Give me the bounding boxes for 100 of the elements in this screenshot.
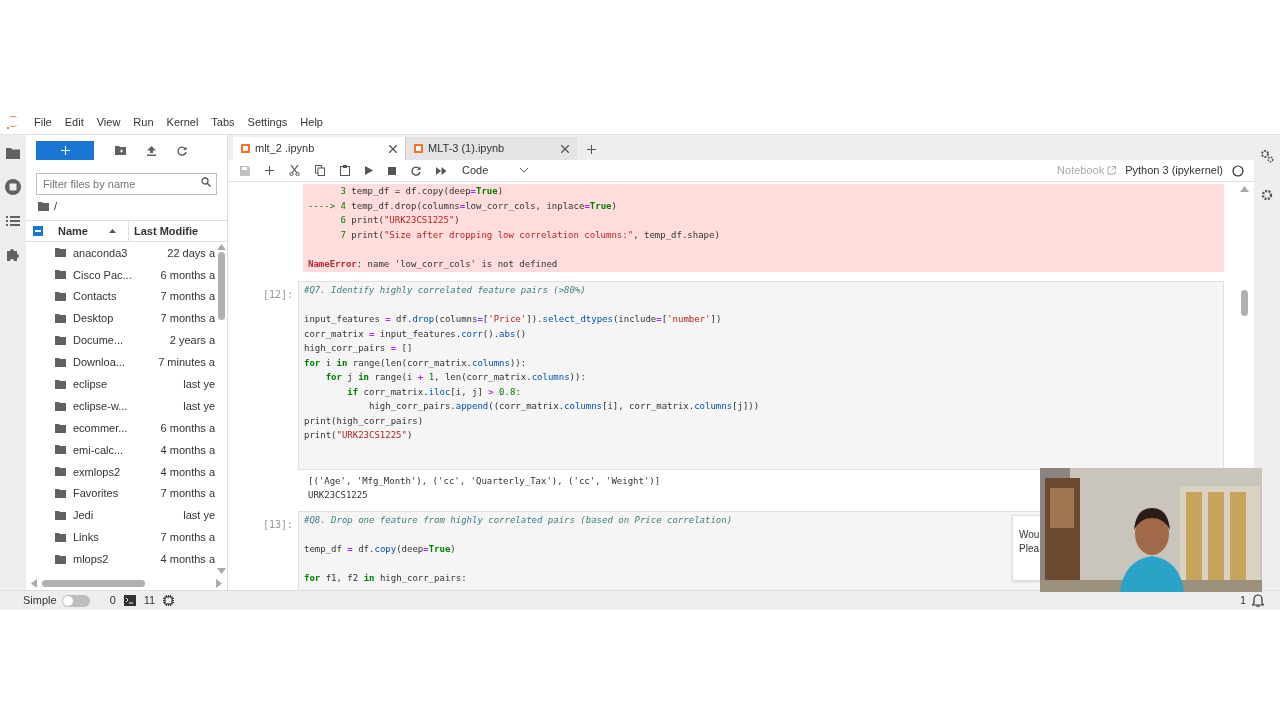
folder-icon (55, 336, 66, 345)
output-line: [('Age', 'Mfg_Month'), ('cc', 'Quarterly_Tax'), ('cc', 'Weight')] (308, 474, 662, 488)
folder-icon (55, 489, 66, 499)
menu-item[interactable]: File (34, 113, 52, 131)
folder-icon (55, 445, 66, 455)
settings-icon[interactable] (1260, 149, 1274, 163)
plus-icon (60, 146, 70, 155)
code-line: high_corr_pairs.append((corr_matrix.columns[i], corr_matrix.columns[j])) (368, 400, 760, 413)
code-line: #Q8. Drop one feature from highly correlated pairs (based on Price correlation) (304, 513, 733, 527)
folder-icon (55, 357, 66, 367)
file-row[interactable]: Contacts 7 months a (26, 285, 216, 308)
code-line: for j in range(i + 1, len(corr_matrix.columns)): (324, 371, 586, 384)
refresh-icon[interactable] (177, 145, 187, 156)
file-row[interactable]: Cisco Pac... 6 months a (26, 263, 216, 286)
column-header[interactable]: Name (58, 222, 88, 240)
file-row[interactable]: eclipse-w... last ye (26, 395, 216, 418)
sort-ascending-icon[interactable] (108, 229, 116, 233)
menu-item[interactable]: Tabs (211, 113, 235, 131)
output-line: URK23CS1225 (308, 488, 369, 502)
folder-icon (55, 423, 66, 433)
paste-icon[interactable] (340, 165, 350, 176)
new-folder-icon[interactable] (115, 146, 126, 155)
file-row[interactable]: Docume... 2 years a (26, 329, 216, 352)
code-line: 3 temp_df = df.copy(deep=True) (339, 185, 504, 198)
code-line: temp_df = df.copy(deep=True) (304, 542, 456, 556)
notebook-tab[interactable]: MLT-3 (1).ipynb (405, 137, 577, 160)
code-line: high_corr_pairs = [] (304, 342, 413, 355)
bell-icon[interactable] (1252, 594, 1264, 607)
menu-item[interactable]: Run (133, 113, 154, 131)
code-line: print("URK23CS1225") (304, 429, 413, 442)
code-line: input_features = df.drop(columns=['Price']).select_dtypes(include=['number']) (304, 313, 722, 326)
folder-icon (55, 292, 66, 302)
file-row[interactable]: Desktop 7 months a (26, 307, 216, 330)
puzzle-icon[interactable] (6, 247, 20, 261)
search-icon (201, 177, 211, 187)
terminal-count[interactable]: 11 (143, 592, 156, 609)
kernel-count[interactable]: 0 (109, 592, 116, 609)
add-cell-icon[interactable] (265, 166, 274, 175)
cell-type-dropdown[interactable]: Code (462, 162, 528, 179)
select-all-checkbox[interactable] (33, 226, 43, 236)
kernel-name[interactable]: Python 3 (ipykernel) (1125, 162, 1223, 179)
menu-item[interactable]: View (96, 113, 121, 131)
kernel-idle-icon (1232, 164, 1244, 177)
terminal-icon[interactable] (123, 595, 136, 606)
notebook-icon (414, 144, 423, 153)
notification-count[interactable]: 1 (1239, 592, 1246, 609)
menu-item[interactable]: Settings (247, 113, 288, 131)
file-row[interactable]: Links 7 months a (26, 526, 216, 549)
code-line: corr_matrix = input_features.corr().abs() (304, 327, 527, 341)
copy-icon[interactable] (315, 165, 325, 176)
file-row[interactable]: Jedi last ye (26, 504, 216, 527)
code-line: for f1, f2 in high_corr_pairs: (304, 571, 467, 585)
code-line: if corr_matrix.iloc[i, j] > 0.8: (346, 385, 521, 399)
add-tab-icon[interactable] (587, 145, 596, 154)
close-icon[interactable] (561, 144, 569, 153)
folder-icon (55, 270, 66, 280)
column-header[interactable]: Last Modifie (133, 222, 199, 240)
file-row[interactable]: eclipse last ye (26, 373, 216, 396)
scrollbar-thumb[interactable] (218, 252, 225, 320)
jupyter-logo-icon[interactable] (6, 114, 20, 130)
folder-icon (55, 554, 66, 564)
code-line: #Q7. Identify highly correlated feature pairs (>80%) (304, 284, 586, 297)
close-icon[interactable] (389, 144, 397, 153)
file-row[interactable]: Favorites 7 months a (26, 482, 216, 505)
stop-icon[interactable] (388, 166, 396, 175)
filter-field[interactable]: Filter files by name (36, 173, 217, 195)
notification-toast[interactable]: Wou Plea (1012, 515, 1040, 581)
cut-icon[interactable] (289, 165, 300, 176)
file-row[interactable]: exmlops2 4 months a (26, 460, 216, 483)
file-row[interactable]: mlops2 4 months a (26, 548, 216, 571)
stop-circle-icon[interactable] (5, 179, 21, 195)
folder-icon[interactable] (38, 201, 49, 211)
restart-icon[interactable] (411, 165, 421, 176)
file-row[interactable]: ecommer... 6 months a (26, 417, 216, 439)
folder-icon[interactable] (6, 147, 20, 159)
run-icon[interactable] (365, 166, 373, 175)
caret-icon (520, 168, 528, 173)
notebook-tab[interactable]: mlt_2 .ipynb (233, 137, 405, 160)
code-line: 6 print("URK23CS1225") (339, 214, 460, 227)
folder-icon (55, 533, 66, 542)
menu-item[interactable]: Kernel (166, 113, 199, 131)
menu-item[interactable]: Edit (64, 113, 84, 131)
fast-forward-icon[interactable] (436, 166, 447, 175)
file-row[interactable]: anaconda3 22 days a (26, 242, 216, 264)
cpu-icon[interactable] (163, 595, 175, 606)
scrollbar-thumb[interactable] (42, 579, 145, 587)
settings-icon[interactable] (1261, 189, 1273, 201)
scrollbar-thumb[interactable] (1240, 290, 1248, 316)
file-row[interactable]: emi-calc... 4 months a (26, 439, 216, 461)
folder-icon (55, 401, 66, 411)
upload-icon[interactable] (147, 145, 156, 156)
cell-prompt: [12]: (261, 288, 294, 302)
folder-icon (55, 511, 66, 521)
breadcrumb-path[interactable]: / (54, 197, 58, 215)
folder-icon (55, 467, 66, 477)
file-row[interactable]: Downloa... 7 minutes a (26, 351, 216, 374)
list-icon[interactable] (6, 215, 20, 227)
notebook-icon (241, 144, 250, 153)
menu-item[interactable]: Help (300, 113, 323, 131)
simple-mode-toggle[interactable] (61, 594, 90, 607)
